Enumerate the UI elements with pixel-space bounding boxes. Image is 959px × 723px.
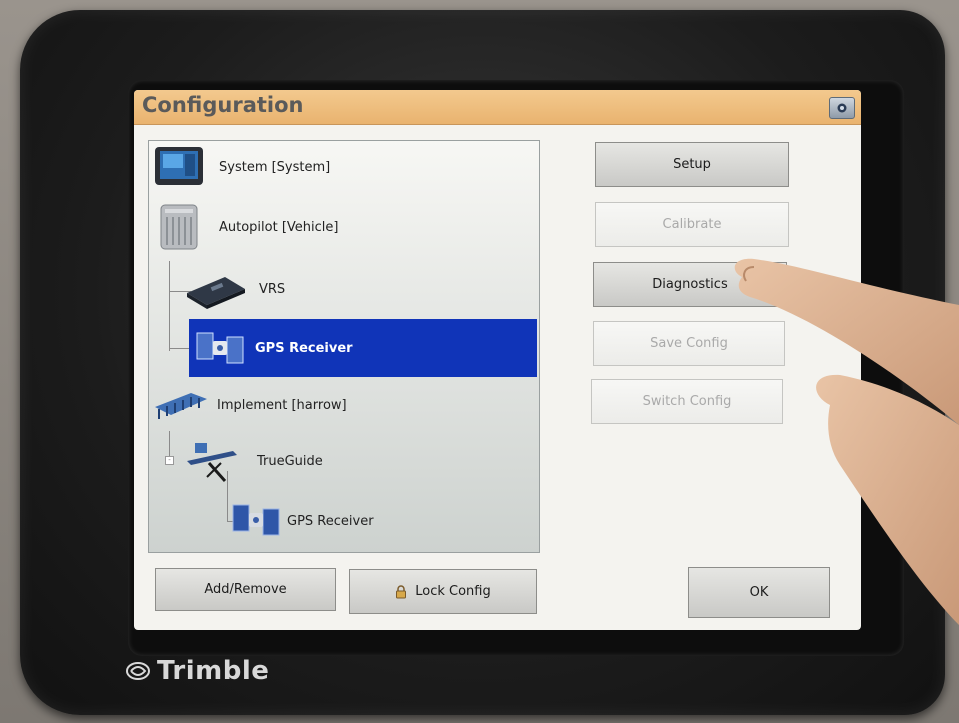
harrow-icon <box>155 393 207 419</box>
lock-icon <box>396 584 407 598</box>
tree-connector <box>169 348 191 349</box>
setup-button[interactable]: Setup <box>595 142 789 187</box>
help-icon <box>837 103 847 113</box>
tree-item-gps-receiver[interactable]: GPS Receiver <box>229 501 537 541</box>
save-config-button[interactable]: Save Config <box>593 321 785 366</box>
tree-item-autopilot[interactable]: Autopilot [Vehicle] <box>149 204 537 250</box>
display-icon <box>155 147 203 185</box>
window-title: Configuration <box>142 93 304 117</box>
trimble-logo-icon <box>126 662 150 680</box>
tree-item-vrs[interactable]: VRS <box>187 269 537 309</box>
ok-button[interactable]: OK <box>688 567 830 618</box>
tree-item-label: GPS Receiver <box>255 340 353 356</box>
tree-item-system[interactable]: System [System] <box>149 147 537 187</box>
tree-item-gps-receiver-selected[interactable]: GPS Receiver <box>189 319 537 377</box>
expand-toggle[interactable]: - <box>165 456 174 465</box>
tree-item-label: GPS Receiver <box>287 513 374 529</box>
brand-logo: Trimble <box>125 656 269 686</box>
lock-config-label: Lock Config <box>415 584 491 599</box>
switch-config-button[interactable]: Switch Config <box>591 379 783 424</box>
lock-config-button[interactable]: Lock Config <box>349 569 537 614</box>
title-bar: Configuration <box>134 90 861 125</box>
gps-satellite-icon <box>196 332 244 364</box>
tree-connector <box>169 261 170 351</box>
trueguide-icon <box>187 443 237 482</box>
autopilot-controller-icon <box>160 204 198 250</box>
tree-item-label: TrueGuide <box>257 453 323 469</box>
tree-item-label: Autopilot [Vehicle] <box>219 219 339 235</box>
add-remove-button[interactable]: Add/Remove <box>155 568 336 611</box>
vrs-radio-icon <box>187 277 245 309</box>
gps-satellite-icon <box>232 504 280 536</box>
help-button[interactable] <box>829 97 855 119</box>
tree-item-implement[interactable]: Implement [harrow] <box>149 385 537 425</box>
brand-name: Trimble <box>157 656 270 686</box>
display-screen: Configuration - System [System] Autopilo… <box>134 90 861 630</box>
configuration-tree[interactable]: - System [System] Autopilot [Vehicle] VR… <box>148 140 540 553</box>
diagnostics-button[interactable]: Diagnostics <box>593 262 787 307</box>
tree-item-label: VRS <box>259 281 286 297</box>
tree-item-label: System [System] <box>219 159 331 175</box>
calibrate-button[interactable]: Calibrate <box>595 202 789 247</box>
tree-item-label: Implement [harrow] <box>217 397 347 413</box>
tree-item-trueguide[interactable]: TrueGuide <box>187 441 537 482</box>
